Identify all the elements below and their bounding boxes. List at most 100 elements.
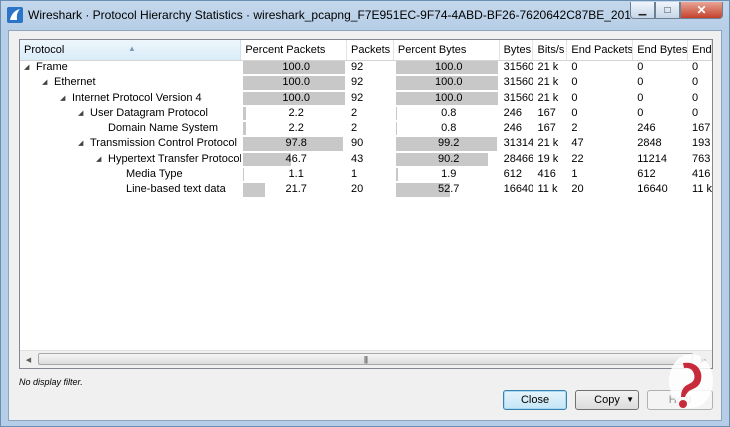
percent-packets-cell: 100.0 [241, 60, 347, 75]
bytes-cell: 31560 [503, 91, 534, 104]
table-body: ◢ Frame 100.0 92 100.0 31560 21 k 0 0 0 ◢ Ethernet 1… [20, 60, 712, 198]
percent-packets-value: 21.7 [285, 183, 307, 196]
packets-cell: 92 [351, 76, 364, 89]
title-bar[interactable]: Wireshark · Protocol Hierarchy Statistic… [1, 1, 729, 29]
close-button[interactable]: Close [503, 390, 567, 410]
end-bytes-cell: 246 [637, 122, 656, 135]
end-bytes-cell: 612 [637, 168, 656, 181]
column-header-label: End Packets [571, 44, 634, 56]
percent-packets-cell: 46.7 [241, 152, 347, 167]
protocol-cell: ◢ Ethernet [20, 75, 241, 90]
percent-packets-cell: 1.1 [241, 167, 347, 182]
column-header-percent-bytes[interactable]: Percent Bytes [394, 40, 500, 60]
protocol-hierarchy-tree[interactable]: Protocol ▲ Percent Packets Packets Perce… [19, 39, 713, 369]
bits-per-second-cell: 21 k [537, 61, 559, 73]
protocol-name: Transmission Control Protocol [90, 137, 237, 150]
tree-expander-icon[interactable]: ◢ [24, 60, 29, 75]
protocol-cell: ◢ Frame [20, 60, 241, 75]
column-header-label: End [692, 44, 712, 56]
table-row[interactable]: Domain Name System 2.2 2 0.8 246 167 2 246 167 [20, 121, 712, 136]
table-row[interactable]: ◢ User Datagram Protocol 2.2 2 0.8 246 167 0 0 0 [20, 106, 712, 121]
column-header-end-bytes[interactable]: End Bytes [633, 40, 689, 60]
protocol-cell: Media Type [20, 167, 241, 182]
packets-cell: 1 [351, 168, 358, 181]
protocol-name: Internet Protocol Version 4 [72, 91, 202, 104]
percent-bar [395, 106, 397, 121]
table-row[interactable]: Media Type 1.1 1 1.9 612 416 1 612 416 [20, 167, 712, 182]
end-bytes-cell: 0 [637, 106, 644, 119]
table-row[interactable]: Line-based text data 21.7 20 52.7 16640 11 k2… [20, 182, 712, 197]
tree-expander-icon[interactable]: ◢ [96, 152, 101, 167]
tree-expander-icon[interactable]: ◢ [78, 106, 83, 121]
maximize-icon: □ [664, 4, 671, 16]
percent-bytes-cell: 100.0 [394, 91, 500, 106]
end-packets-cell: 0 [571, 106, 578, 119]
percent-bytes-value: 52.7 [438, 183, 460, 196]
percent-bytes-value: 100.0 [434, 61, 463, 73]
column-header-label: Bits/s [537, 44, 565, 56]
percent-bar [243, 106, 246, 121]
tree-expander-icon[interactable]: ◢ [60, 91, 65, 106]
percent-bytes-value: 100.0 [434, 91, 463, 104]
scroll-left-icon[interactable]: ◀ [20, 351, 37, 368]
column-header-end-packets[interactable]: End Packets [567, 40, 634, 60]
column-header-end-bits[interactable]: End [688, 40, 712, 60]
percent-bar [243, 122, 246, 136]
percent-bytes-value: 1.9 [441, 168, 457, 181]
percent-bytes-cell: 0.8 [394, 121, 500, 136]
percent-bar [243, 183, 266, 197]
minimize-button[interactable]: ▁ [630, 2, 655, 19]
end-bits-cell: 193 [692, 137, 711, 150]
percent-bar [243, 168, 245, 182]
column-header-percent-packets[interactable]: Percent Packets [241, 40, 348, 60]
end-packets-cell: 47 [571, 137, 584, 150]
end-bits-cell: 0 [692, 76, 699, 89]
protocol-cell: Line-based text data [20, 182, 241, 197]
tree-expander-icon[interactable]: ◢ [78, 136, 83, 151]
percent-bar [395, 168, 398, 182]
table-row[interactable]: ◢ Hypertext Transfer Protocol 46.7 43 90.2 28… [20, 152, 712, 167]
bits-per-second-cell: 11 k [537, 183, 558, 196]
percent-bar [243, 152, 291, 167]
column-header-bits-per-second[interactable]: Bits/s [533, 40, 568, 60]
percent-packets-cell: 100.0 [241, 91, 347, 106]
tree-expander-icon[interactable]: ◢ [42, 75, 47, 90]
bytes-cell: 31314 [503, 137, 534, 150]
end-bits-cell: 167 [692, 122, 711, 135]
end-packets-cell: 22 [571, 152, 584, 165]
end-bits-cell: 11 k [692, 183, 712, 196]
table-row[interactable]: ◢ Ethernet 100.0 92 100.0 31560 21 k 0 0 0 [20, 75, 712, 90]
packets-cell: 20 [351, 183, 364, 196]
sort-indicator-icon: ▲ [128, 44, 136, 53]
column-header-bytes[interactable]: Bytes [500, 40, 534, 60]
percent-packets-value: 2.2 [288, 122, 304, 135]
percent-packets-value: 1.1 [288, 168, 304, 181]
bytes-cell: 612 [503, 168, 522, 181]
scrollbar-thumb[interactable]: ||| [38, 353, 693, 365]
percent-bytes-cell: 100.0 [394, 60, 500, 75]
table-row[interactable]: ◢ Transmission Control Protocol 97.8 90 99.2… [20, 136, 712, 151]
horizontal-scrollbar[interactable]: ◀ ||| ▶ [20, 350, 712, 368]
copy-button-label: Copy [594, 394, 620, 406]
close-window-button[interactable]: ✕ [680, 2, 723, 19]
column-header-packets[interactable]: Packets [347, 40, 394, 60]
percent-bytes-value: 0.8 [441, 122, 457, 135]
end-bytes-cell: 0 [637, 61, 644, 73]
percent-packets-cell: 2.2 [241, 106, 347, 121]
bits-per-second-cell: 21 k [537, 91, 559, 104]
protocol-name: User Datagram Protocol [90, 106, 208, 119]
protocol-cell: Domain Name System [20, 121, 241, 136]
copy-button[interactable]: Copy ▼ [575, 390, 639, 410]
end-bits-cell: 763 [692, 152, 711, 165]
column-header-protocol[interactable]: Protocol ▲ [20, 40, 242, 60]
table-row[interactable]: ◢ Frame 100.0 92 100.0 31560 21 k 0 0 0 [20, 60, 712, 75]
dropdown-arrow-icon: ▼ [626, 395, 634, 404]
column-header-row: Protocol ▲ Percent Packets Packets Perce… [20, 40, 712, 61]
percent-bytes-value: 0.8 [441, 106, 457, 119]
end-packets-cell: 1 [571, 168, 578, 181]
percent-packets-cell: 100.0 [241, 75, 347, 90]
percent-bytes-cell: 0.8 [394, 106, 500, 121]
maximize-button[interactable]: □ [655, 2, 680, 19]
bytes-cell: 16640 [503, 183, 534, 196]
table-row[interactable]: ◢ Internet Protocol Version 4 100.0 92 100.0… [20, 91, 712, 106]
